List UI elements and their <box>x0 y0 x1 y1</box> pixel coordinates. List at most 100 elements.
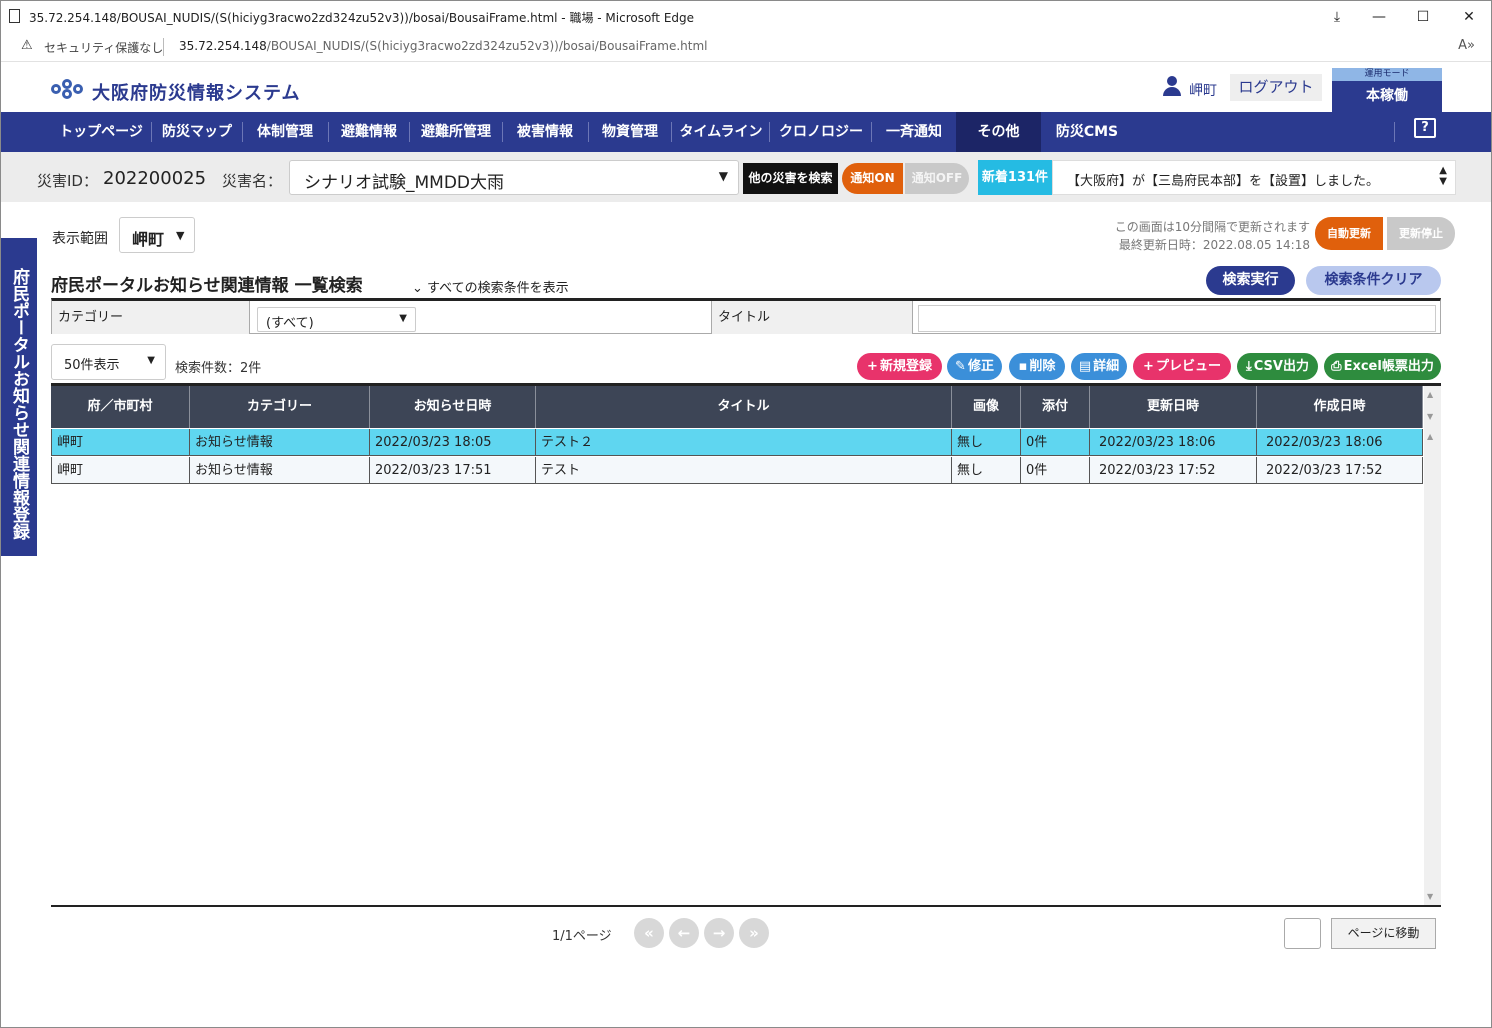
logout-button[interactable]: ログアウト <box>1230 74 1322 101</box>
detail-button[interactable]: ▤ 詳細 <box>1071 353 1127 380</box>
url-host: 35.72.254.148 <box>179 39 267 53</box>
security-label[interactable]: セキュリティ保護なし <box>44 39 163 56</box>
app-header: 大阪府防災情報システム 岬町 ログアウト 運用モード 本稼働 <box>0 62 1492 112</box>
show-conditions-toggle[interactable]: ⌄ すべての検索条件を表示 <box>412 277 569 296</box>
column-header[interactable]: 作成日時 <box>1257 386 1423 428</box>
notify-on-button[interactable]: 通知ON <box>842 163 903 194</box>
category-label: カテゴリー <box>52 301 250 334</box>
column-header[interactable]: 更新日時 <box>1090 386 1257 428</box>
minimize-button[interactable]: — <box>1359 5 1399 29</box>
show-conditions-label: すべての検索条件を表示 <box>427 281 569 296</box>
category-select[interactable]: (すべて) ▼ <box>257 307 416 332</box>
read-aloud-icon[interactable]: A» <box>1458 38 1475 53</box>
search-other-disaster-button[interactable]: 他の災害を検索 <box>743 163 838 194</box>
new-button[interactable]: + 新規登録 <box>857 353 942 380</box>
nav-hinan-info[interactable]: 避難情報 <box>329 112 409 152</box>
nav-timeline[interactable]: タイムライン <box>673 112 769 152</box>
news-count-badge[interactable]: 新着131件 <box>978 160 1052 195</box>
address-bar[interactable]: ⚠ セキュリティ保護なし 35.72.254.148/BOUSAI_NUDIS/… <box>0 32 1492 62</box>
edit-button[interactable]: ✎ 修正 <box>947 353 1002 380</box>
column-header[interactable]: 府／市町村 <box>51 386 190 428</box>
url-text[interactable]: 35.72.254.148/BOUSAI_NUDIS/(S(hiciyg3rac… <box>179 39 708 53</box>
column-header[interactable]: カテゴリー <box>190 386 370 428</box>
disaster-bar: 災害ID： 202200025 災害名： シナリオ試験_MMDD大雨 ▼ 他の災… <box>1 152 1491 202</box>
grid-header: 府／市町村 カテゴリー お知らせ日時 タイトル 画像 添付 更新日時 作成日時 <box>51 386 1423 428</box>
chevron-down-icon: ⌄ <box>412 281 428 296</box>
table-row[interactable]: 岬町 お知らせ情報 2022/03/23 18:05 テスト２ 無し 0件 20… <box>51 429 1423 456</box>
scroll-up-icon[interactable]: ▲ <box>1427 390 1433 399</box>
nav-bousai-cms[interactable]: 防災CMS <box>1043 112 1131 152</box>
auto-refresh-button[interactable]: 自動更新 <box>1315 217 1383 250</box>
news-text: 【大阪府】が【三島府民本部】を【設置】しました。 <box>1067 174 1380 189</box>
first-page-button[interactable]: « <box>634 918 664 948</box>
nav-shelter[interactable]: 避難所管理 <box>411 112 501 152</box>
goto-page-button[interactable]: ページに移動 <box>1331 918 1436 949</box>
page-number-input[interactable] <box>1284 918 1321 949</box>
trash-icon: ▪ <box>1018 359 1028 374</box>
nav-supplies[interactable]: 物資管理 <box>589 112 671 152</box>
disaster-name-label: 災害名： <box>222 172 283 190</box>
nav-damage[interactable]: 被害情報 <box>503 112 587 152</box>
nav-other[interactable]: その他 <box>956 112 1041 152</box>
maximize-button[interactable]: ☐ <box>1403 5 1443 29</box>
scroll-down-icon[interactable]: ▼ <box>1427 892 1433 901</box>
disaster-name-select[interactable]: シナリオ試験_MMDD大雨 ▼ <box>289 160 739 195</box>
side-tab-title[interactable]: 府民ポータルお知らせ関連情報登録 <box>0 238 37 556</box>
nav-taisei[interactable]: 体制管理 <box>243 112 327 152</box>
edit-label: 修正 <box>967 359 994 374</box>
cell-updated: 2022/03/23 17:52 <box>1090 457 1257 484</box>
preview-label: プレビュー <box>1155 359 1221 374</box>
next-page-button[interactable]: → <box>704 918 734 948</box>
scroll-up-icon[interactable]: ▲ <box>1427 432 1433 441</box>
nav-broadcast[interactable]: 一斉通知 <box>873 112 955 152</box>
column-header[interactable]: 画像 <box>952 386 1021 428</box>
chevron-down-icon: ▼ <box>718 169 728 183</box>
title-input[interactable] <box>918 305 1436 332</box>
window-title-bar: 35.72.254.148/BOUSAI_NUDIS/(S(hiciyg3rac… <box>0 0 1492 32</box>
clear-conditions-button[interactable]: 検索条件クリア <box>1306 266 1441 295</box>
cell-image: 無し <box>952 429 1021 456</box>
nav-divider <box>409 122 410 142</box>
page-size-select[interactable]: 50件表示 ▼ <box>51 344 166 380</box>
printer-icon: ⎙ <box>1331 359 1342 374</box>
result-grid: 府／市町村 カテゴリー お知らせ日時 タイトル 画像 添付 更新日時 作成日時 … <box>51 383 1441 907</box>
close-button[interactable]: ✕ <box>1449 5 1489 29</box>
cell-created: 2022/03/23 17:52 <box>1257 457 1423 484</box>
preview-button[interactable]: + プレビュー <box>1133 353 1231 380</box>
stop-refresh-button[interactable]: 更新停止 <box>1387 217 1455 250</box>
range-select[interactable]: 岬町 ▼ <box>119 217 195 253</box>
last-page-button[interactable]: » <box>739 918 769 948</box>
mode-badge: 運用モード 本稼働 <box>1332 68 1442 112</box>
window-title: 35.72.254.148/BOUSAI_NUDIS/(S(hiciyg3rac… <box>29 11 695 25</box>
disaster-name-value: シナリオ試験_MMDD大雨 <box>304 173 505 193</box>
excel-button[interactable]: ⎙ Excel帳票出力 <box>1324 353 1441 380</box>
news-ticker[interactable]: 【大阪府】が【三島府民本部】を【設置】しました。 ▲ ▼ <box>1052 160 1456 195</box>
table-row[interactable]: 岬町 お知らせ情報 2022/03/23 17:51 テスト 無し 0件 202… <box>51 457 1423 484</box>
cell-title: テスト２ <box>536 429 952 456</box>
disaster-id-value: 202200025 <box>103 168 207 189</box>
main-nav: トップページ 防災マップ 体制管理 避難情報 避難所管理 被害情報 物資管理 タ… <box>1 112 1491 152</box>
search-conditions: カテゴリー (すべて) ▼ タイトル <box>51 298 1441 334</box>
csv-button[interactable]: ⤓ CSV出力 <box>1237 353 1318 380</box>
page-info: 1/1ページ <box>552 929 612 944</box>
system-title: 大阪府防災情報システム <box>92 83 301 104</box>
column-header[interactable]: お知らせ日時 <box>370 386 536 428</box>
scroll-down-icon[interactable]: ▼ <box>1427 412 1433 421</box>
scroll-updown-icon[interactable]: ▲ ▼ <box>1439 165 1447 187</box>
help-icon[interactable]: ? <box>1414 118 1436 138</box>
downloads-icon[interactable]: ⤓ <box>1317 5 1357 29</box>
prev-page-button[interactable]: ← <box>669 918 699 948</box>
column-header[interactable]: 添付 <box>1021 386 1090 428</box>
column-header[interactable]: タイトル <box>536 386 952 428</box>
grid-scrollbar[interactable]: ▲ ▼ ▲ ▼ <box>1424 386 1441 905</box>
nav-bousai-map[interactable]: 防災マップ <box>153 112 241 152</box>
warning-icon[interactable]: ⚠ <box>21 38 33 53</box>
search-button[interactable]: 検索実行 <box>1206 266 1295 295</box>
new-label: 新規登録 <box>879 359 932 374</box>
delete-button[interactable]: ▪ 削除 <box>1009 353 1065 380</box>
excel-label: Excel帳票出力 <box>1343 359 1434 374</box>
nav-chronology[interactable]: クロノロジー <box>771 112 871 152</box>
nav-top-page[interactable]: トップページ <box>53 112 149 152</box>
notify-off-button[interactable]: 通知OFF <box>905 163 969 194</box>
mode-value: 本稼働 <box>1366 88 1408 104</box>
